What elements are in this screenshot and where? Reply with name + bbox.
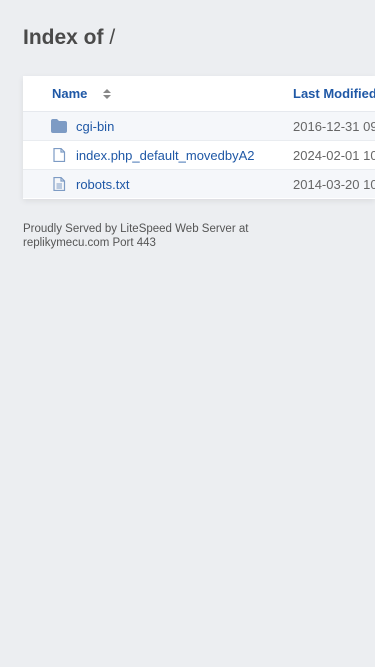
folder-icon [51,119,67,133]
file-icon [53,148,66,162]
table-row: index.php_default_movedbyA2 2024-02-01 1… [23,141,375,170]
sort-by-name-link[interactable]: Name [52,86,87,101]
file-date: 2024-02-01 10:00 [293,148,375,163]
sort-by-last-modified-link[interactable]: Last Modified [293,86,375,101]
page-title-path: / [109,26,116,49]
table-header: Name Last Modified [23,76,375,112]
sort-icon[interactable] [103,89,111,99]
server-signature-line: replikymecu.com Port 443 [23,236,156,249]
table-row: robots.txt 2014-03-20 10:00 [23,170,375,198]
text-file-icon [53,177,66,191]
file-date: 2014-03-20 10:00 [293,177,375,192]
server-signature: Proudly Served by LiteSpeed Web Server a… [23,223,353,250]
file-link-index-php[interactable]: index.php_default_movedbyA2 [76,148,255,163]
table-row: cgi-bin 2016-12-31 09:00 [23,112,375,141]
directory-listing: Name Last Modified cgi-bin 2016-12-31 09… [23,76,375,199]
file-link-cgi-bin[interactable]: cgi-bin [76,119,114,134]
server-signature-line: Proudly Served by LiteSpeed Web Server a… [23,223,249,235]
page-title-prefix: Index of [23,26,104,49]
file-link-robots-txt[interactable]: robots.txt [76,177,129,192]
file-date: 2016-12-31 09:00 [293,119,375,134]
page-title: Index of / [23,26,115,50]
